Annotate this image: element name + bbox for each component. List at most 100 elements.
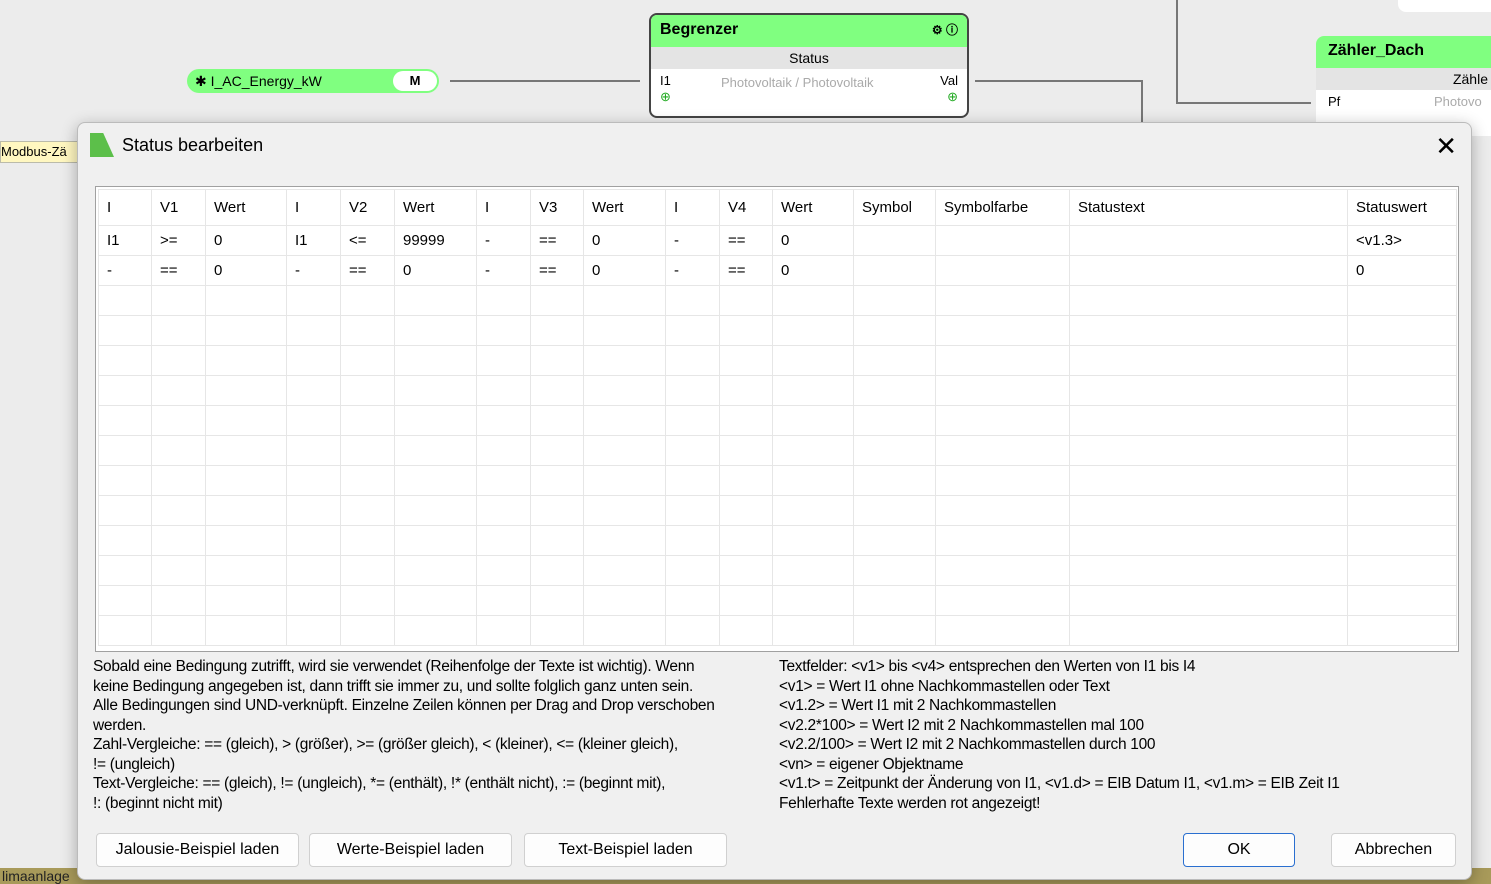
table-cell[interactable]: [1347, 585, 1457, 616]
table-cell[interactable]: [853, 255, 936, 286]
table-cell[interactable]: ==: [719, 255, 773, 286]
column-header[interactable]: Symbol: [853, 189, 936, 226]
table-cell[interactable]: [476, 525, 531, 556]
table-cell[interactable]: [772, 585, 854, 616]
table-row[interactable]: [98, 375, 1457, 406]
table-cell[interactable]: [853, 495, 936, 526]
table-cell[interactable]: [340, 315, 395, 346]
table-cell[interactable]: 0: [772, 225, 854, 256]
table-cell[interactable]: [772, 405, 854, 436]
table-cell[interactable]: [530, 585, 584, 616]
table-cell[interactable]: [530, 615, 584, 646]
table-cell[interactable]: [772, 615, 854, 646]
table-cell[interactable]: [394, 585, 477, 616]
table-cell[interactable]: [205, 465, 287, 496]
table-cell[interactable]: [1069, 465, 1348, 496]
table-cell[interactable]: [394, 495, 477, 526]
table-cell[interactable]: [476, 495, 531, 526]
table-cell[interactable]: [665, 375, 720, 406]
table-cell[interactable]: [772, 375, 854, 406]
table-cell[interactable]: [340, 585, 395, 616]
table-cell[interactable]: >=: [151, 225, 206, 256]
table-cell[interactable]: 0: [1347, 255, 1457, 286]
table-cell[interactable]: [394, 615, 477, 646]
table-cell[interactable]: [394, 285, 477, 316]
table-cell[interactable]: [530, 375, 584, 406]
table-cell[interactable]: 0: [583, 255, 666, 286]
column-header[interactable]: V1: [151, 189, 206, 226]
table-cell[interactable]: I1: [286, 225, 341, 256]
table-row[interactable]: [98, 615, 1457, 646]
table-cell[interactable]: [340, 615, 395, 646]
table-cell[interactable]: ==: [151, 255, 206, 286]
table-cell[interactable]: [1069, 255, 1348, 286]
table-cell[interactable]: [719, 585, 773, 616]
table-cell[interactable]: [1069, 525, 1348, 556]
table-cell[interactable]: -: [98, 255, 152, 286]
table-cell[interactable]: [853, 555, 936, 586]
mode-badge[interactable]: M: [393, 71, 437, 91]
table-cell[interactable]: [476, 375, 531, 406]
output-port[interactable]: Val: [940, 73, 958, 88]
table-cell[interactable]: [1069, 555, 1348, 586]
table-cell[interactable]: [530, 315, 584, 346]
table-cell[interactable]: [286, 615, 341, 646]
table-cell[interactable]: [98, 315, 152, 346]
column-header[interactable]: V2: [340, 189, 395, 226]
table-cell[interactable]: [98, 495, 152, 526]
table-cell[interactable]: [476, 615, 531, 646]
table-cell[interactable]: [1347, 435, 1457, 466]
table-cell[interactable]: [286, 555, 341, 586]
table-cell[interactable]: [286, 375, 341, 406]
table-cell[interactable]: [205, 285, 287, 316]
table-cell[interactable]: [98, 615, 152, 646]
table-cell[interactable]: [530, 555, 584, 586]
table-cell[interactable]: [205, 585, 287, 616]
modbus-node-label[interactable]: Modbus-Zä: [0, 141, 80, 163]
table-cell[interactable]: [205, 315, 287, 346]
table-cell[interactable]: [394, 525, 477, 556]
table-cell[interactable]: [205, 555, 287, 586]
table-row[interactable]: [98, 405, 1457, 436]
table-cell[interactable]: [340, 345, 395, 376]
table-cell[interactable]: [935, 465, 1070, 496]
table-cell[interactable]: [98, 525, 152, 556]
table-cell[interactable]: [1347, 465, 1457, 496]
table-cell[interactable]: [935, 495, 1070, 526]
table-cell[interactable]: [772, 525, 854, 556]
table-cell[interactable]: [476, 555, 531, 586]
table-cell[interactable]: [1347, 555, 1457, 586]
table-cell[interactable]: [665, 285, 720, 316]
table-cell[interactable]: [530, 345, 584, 376]
table-cell[interactable]: [853, 375, 936, 406]
table-cell[interactable]: [583, 585, 666, 616]
table-cell[interactable]: [1069, 495, 1348, 526]
column-header[interactable]: Symbolfarbe: [935, 189, 1070, 226]
table-cell[interactable]: [151, 495, 206, 526]
table-cell[interactable]: -: [286, 255, 341, 286]
cancel-button[interactable]: Abbrechen: [1331, 833, 1456, 867]
table-cell[interactable]: [151, 525, 206, 556]
table-cell[interactable]: [151, 285, 206, 316]
table-cell[interactable]: <v1.3>: [1347, 225, 1457, 256]
table-cell[interactable]: [1069, 345, 1348, 376]
table-cell[interactable]: [151, 585, 206, 616]
table-cell[interactable]: [1069, 585, 1348, 616]
table-cell[interactable]: [853, 315, 936, 346]
table-cell[interactable]: [1069, 375, 1348, 406]
table-cell[interactable]: [151, 375, 206, 406]
table-cell[interactable]: [772, 285, 854, 316]
table-cell[interactable]: [530, 435, 584, 466]
table-cell[interactable]: [935, 525, 1070, 556]
table-cell[interactable]: [340, 285, 395, 316]
table-cell[interactable]: [394, 375, 477, 406]
table-cell[interactable]: [340, 525, 395, 556]
table-cell[interactable]: 0: [583, 225, 666, 256]
table-cell[interactable]: [476, 585, 531, 616]
table-row[interactable]: - == 0- == 0- == 0- == 0 0: [98, 255, 1457, 286]
table-cell[interactable]: [340, 375, 395, 406]
table-cell[interactable]: [583, 315, 666, 346]
table-cell[interactable]: [935, 315, 1070, 346]
table-cell[interactable]: [394, 555, 477, 586]
column-header[interactable]: V4: [719, 189, 773, 226]
